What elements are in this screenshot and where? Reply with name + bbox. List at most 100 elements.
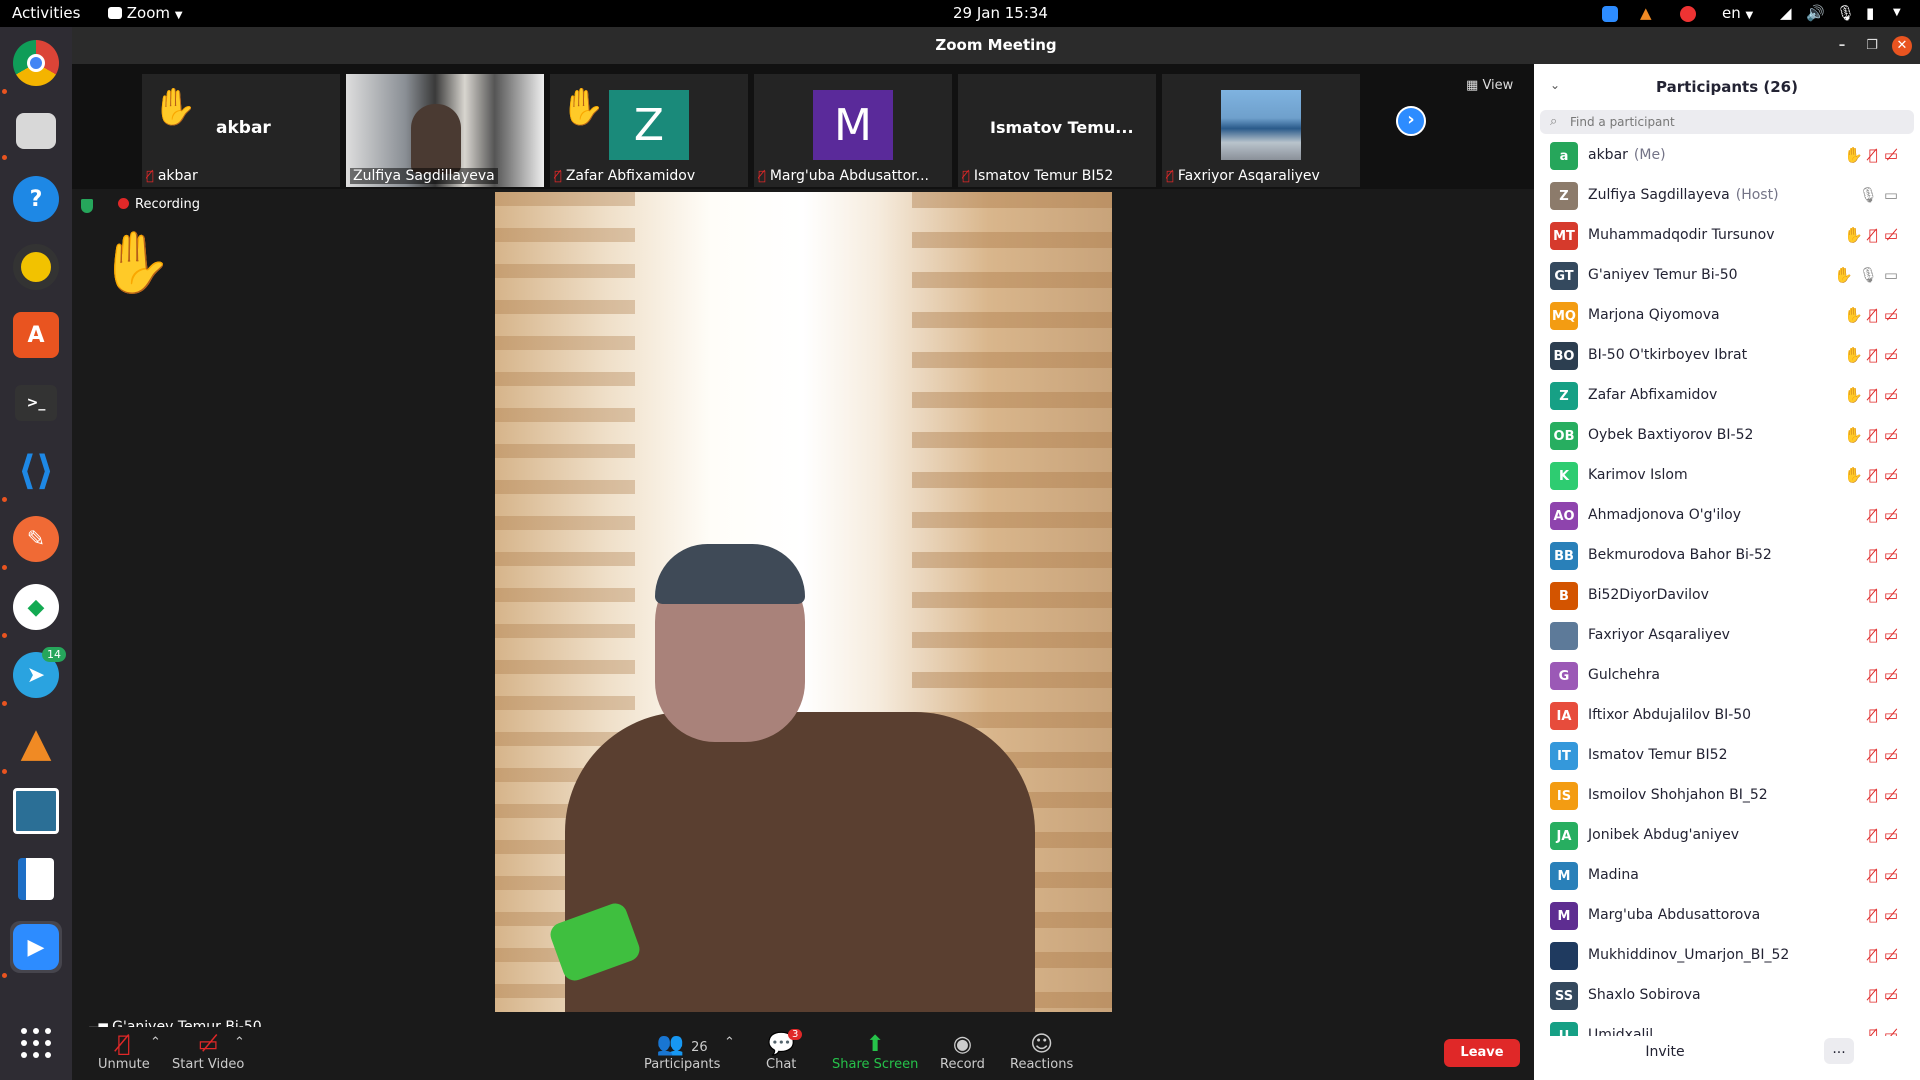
thumbnail-akbar[interactable]: ✋ akbar 🎙̸ akbar — [142, 74, 340, 187]
avatar: MT — [1550, 222, 1578, 250]
participant-row[interactable]: K Karimov Islom ✋ 🎙̸ ▭̸ — [1534, 456, 1904, 496]
share-screen-button[interactable]: ⬆ Share Screen — [832, 1033, 918, 1073]
window-title: Zoom Meeting — [935, 36, 1057, 54]
person-body — [565, 712, 1035, 1012]
view-button[interactable]: ▦ View — [1466, 78, 1513, 93]
minimize-button[interactable]: – — [1832, 36, 1852, 56]
chrome-launcher[interactable] — [10, 37, 62, 89]
participant-row[interactable]: M Marg'uba Abdusattorova 🎙̸ ▭̸ — [1534, 896, 1904, 936]
participant-row[interactable]: B Bi52DiyorDavilov 🎙̸ ▭̸ — [1534, 576, 1904, 616]
rhythmbox-launcher[interactable] — [10, 241, 62, 293]
vlc-launcher[interactable]: ▲ — [10, 717, 62, 769]
participant-row[interactable]: GT G'aniyev Temur Bi-50 ✋ 🎙 ▭ — [1534, 256, 1904, 296]
thumbnail-faxriyor[interactable]: 🎙̸ Faxriyor Asqaraliyev — [1162, 74, 1360, 187]
avatar: Z — [609, 90, 689, 160]
more-options-button[interactable]: ... — [1824, 1038, 1854, 1064]
participant-row[interactable]: AO Ahmadjonova O'g'iloy 🎙̸ ▭̸ — [1534, 496, 1904, 536]
chat-button[interactable]: 💬 Chat 3 — [766, 1029, 803, 1072]
thumbnail-zafar[interactable]: ✋ Z 🎙̸ Zafar Abfixamidov — [550, 74, 748, 187]
writer-launcher[interactable] — [10, 853, 62, 905]
activities-button[interactable]: Activities — [12, 4, 80, 22]
maximize-button[interactable]: ❐ — [1862, 36, 1882, 56]
wifi-icon[interactable]: ◢ — [1780, 4, 1792, 22]
participant-row[interactable]: Z Zulfiya Sagdillayeva (Host) 🎙 ▭ — [1534, 176, 1904, 216]
next-page-button[interactable]: › — [1396, 106, 1426, 136]
active-speaker-stage: Recording ✋ ▂▄▆ G'aniyev Temur Bi-50 — [72, 189, 1534, 1042]
participant-row[interactable]: IT Ismatov Temur BI52 🎙̸ ▭̸ — [1534, 736, 1904, 776]
muted-mic-icon: 🎙̸ — [1868, 346, 1878, 364]
leave-button[interactable]: Leave — [1444, 1039, 1520, 1067]
video-options-chevron[interactable]: ⌃ — [234, 1035, 245, 1050]
muted-mic-icon: 🎙̸ — [1868, 466, 1878, 484]
video-off-icon: ▭̸ — [1883, 346, 1898, 364]
thumbnail-zulfiya[interactable]: Zulfiya Sagdillayeva — [346, 74, 544, 187]
video-off-icon: ▭̸ — [1883, 506, 1898, 524]
language-indicator[interactable]: en ▼ — [1722, 4, 1753, 22]
zoom-app-icon — [108, 7, 122, 19]
participant-row[interactable]: M Madina 🎙̸ ▭̸ — [1534, 856, 1904, 896]
participants-options-chevron[interactable]: ⌃ — [724, 1035, 735, 1050]
zoom-launcher[interactable]: ▶ — [10, 921, 62, 973]
muted-mic-icon: 🎙̸ — [1868, 226, 1878, 244]
participant-row[interactable]: BB Bekmurodova Bahor Bi-52 🎙̸ ▭̸ — [1534, 536, 1904, 576]
participant-name: Marjona Qiyomova — [1588, 307, 1720, 323]
participant-row[interactable]: OB Oybek Baxtiyorov BI-52 ✋ 🎙̸ ▭̸ — [1534, 416, 1904, 456]
photo-launcher[interactable] — [10, 785, 62, 837]
participant-row[interactable]: BO BI-50 O'tkirboyev Ibrat ✋ 🎙̸ ▭̸ — [1534, 336, 1904, 376]
mongodb-launcher[interactable]: ◆ — [10, 581, 62, 633]
thumbnail-ismatov[interactable]: Ismatov Temu... 🎙̸ Ismatov Temur BI52 — [958, 74, 1156, 187]
video-off-icon: ▭̸ — [1883, 146, 1898, 164]
participant-status-icons: ✋ 🎙̸ ▭̸ — [1844, 466, 1898, 484]
participant-video — [411, 104, 461, 174]
files-launcher[interactable] — [10, 105, 62, 157]
participant-row[interactable]: Z Zafar Abfixamidov ✋ 🎙̸ ▭̸ — [1534, 376, 1904, 416]
software-launcher[interactable]: A — [10, 309, 62, 361]
zoom-tray-icon[interactable] — [1602, 6, 1618, 22]
invite-button[interactable]: Invite — [1630, 1044, 1700, 1060]
show-applications-button[interactable] — [10, 1017, 62, 1069]
participant-name-label: Ismoilov Shohjahon BI_52 — [1588, 787, 1768, 803]
participant-name: Faxriyor Asqaraliyev — [1588, 627, 1730, 643]
participant-row[interactable]: G Gulchehra 🎙̸ ▭̸ — [1534, 656, 1904, 696]
vscode-launcher[interactable]: ⟨⟩ — [10, 445, 62, 497]
video-off-icon: ▭̸ — [1883, 226, 1898, 244]
participant-row[interactable]: Mukhiddinov_Umarjon_BI_52 🎙̸ ▭̸ — [1534, 936, 1904, 976]
participant-row[interactable]: IA Iftixor Abdujalilov BI-50 🎙̸ ▭̸ — [1534, 696, 1904, 736]
participant-row[interactable]: Faxriyor Asqaraliyev 🎙̸ ▭̸ — [1534, 616, 1904, 656]
participant-row[interactable]: JA Jonibek Abdug'aniyev 🎙̸ ▭̸ — [1534, 816, 1904, 856]
thumbnail-marguba[interactable]: M 🎙̸ Marg'uba Abdusattor... — [754, 74, 952, 187]
help-launcher[interactable]: ? — [10, 173, 62, 225]
chevron-up-icon: ⌃ — [150, 1035, 161, 1050]
recording-indicator[interactable]: Recording — [118, 197, 200, 212]
window-titlebar: Zoom Meeting – ❐ ✕ — [72, 27, 1920, 64]
participant-row[interactable]: MQ Marjona Qiyomova ✋ 🎙̸ ▭̸ — [1534, 296, 1904, 336]
audio-options-chevron[interactable]: ⌃ — [150, 1035, 161, 1050]
participants-button[interactable]: 👥 26 Participants — [644, 1033, 720, 1073]
participant-row[interactable]: SS Shaxlo Sobirova 🎙̸ ▭̸ — [1534, 976, 1904, 1016]
participant-row[interactable]: a akbar (Me) ✋ 🎙̸ ▭̸ — [1534, 136, 1904, 176]
vlc-tray-icon[interactable]: ▲ — [1640, 4, 1652, 22]
search-input[interactable]: Find a participant — [1540, 110, 1914, 134]
clock[interactable]: 29 Jan 15:34 — [953, 4, 1048, 22]
participant-status-icons: ✋ 🎙 ▭ — [1834, 266, 1898, 284]
participant-status-icons: 🎙̸ ▭̸ — [1869, 786, 1898, 804]
telegram-launcher[interactable]: ➤ 14 — [10, 647, 66, 701]
battery-icon[interactable]: ▮ — [1866, 4, 1874, 22]
participant-row[interactable]: U Umidxalil 🎙̸ ▭̸ — [1534, 1016, 1904, 1036]
participant-row[interactable]: IS Ismoilov Shohjahon BI_52 🎙̸ ▭̸ — [1534, 776, 1904, 816]
postman-launcher[interactable]: ✎ — [10, 513, 62, 565]
video-off-icon: ▭̸ — [1883, 906, 1898, 924]
microphone-icon[interactable]: 🎙 — [1836, 4, 1855, 22]
close-button[interactable]: ✕ — [1892, 36, 1912, 56]
unmute-button[interactable]: 🎙̸ Unmute — [98, 1033, 150, 1073]
volume-icon[interactable]: 🔊 — [1806, 4, 1825, 22]
app-menu[interactable]: Zoom ▼ — [108, 4, 183, 22]
reactions-button[interactable]: ☺ Reactions — [1010, 1033, 1073, 1073]
muted-mic-icon: 🎙̸ — [1868, 1026, 1878, 1036]
participant-row[interactable]: MT Muhammadqodir Tursunov ✋ 🎙̸ ▭̸ — [1534, 216, 1904, 256]
participant-list: a akbar (Me) ✋ 🎙̸ ▭̸ Z Zulfiya Sagdillayeva (Hos… — [1534, 136, 1920, 1036]
terminal-launcher[interactable]: >_ — [10, 377, 62, 429]
record-button[interactable]: ◉ Record — [940, 1033, 985, 1073]
notification-tray-icon[interactable] — [1680, 6, 1696, 22]
system-menu-chevron-icon[interactable]: ▼ — [1893, 7, 1901, 18]
